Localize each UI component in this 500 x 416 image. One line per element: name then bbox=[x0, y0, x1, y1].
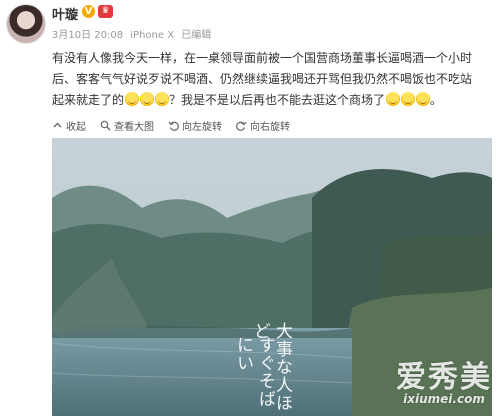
watermark-logo-text: 爱秀美 bbox=[396, 360, 492, 395]
post-text-line: 有没有人像我今天一样，在一桌领导面前被一个国营商场董事长逼喝酒一个小时 bbox=[52, 51, 473, 65]
rotate-right-icon bbox=[236, 121, 247, 131]
post-meta: 3月10日 20:08 来自 iPhone X 已编辑 bbox=[52, 26, 215, 41]
verified-badge[interactable]: V bbox=[82, 5, 95, 18]
edited-label[interactable]: 已编辑 bbox=[181, 30, 211, 41]
image-caption-column: すぐそばにい bbox=[233, 336, 275, 408]
post-text-line: 起来就走了的 ？我是不是以后再也不能去逛这个商场了 。 bbox=[52, 90, 492, 111]
avatar[interactable] bbox=[6, 4, 46, 44]
post-text-fragment: 。 bbox=[430, 93, 443, 107]
post-text-fragment: ？我是不是以后再也不能去逛这个商场了 bbox=[169, 93, 386, 107]
rotate-left-button[interactable]: 向左旋转 bbox=[168, 116, 222, 134]
view-large-label: 查看大图 bbox=[114, 121, 154, 133]
user-name[interactable]: 叶璇 bbox=[52, 4, 78, 23]
rotate-left-icon bbox=[168, 121, 179, 131]
nervous-emoji-icon bbox=[386, 92, 401, 106]
watermark-domain: ixiumei.com bbox=[403, 392, 485, 406]
view-large-icon bbox=[100, 120, 111, 130]
view-large-button[interactable]: 查看大图 bbox=[100, 116, 154, 134]
post-text-fragment: 起来就走了的 bbox=[52, 93, 125, 107]
collapse-label: 收起 bbox=[66, 121, 86, 133]
post-date[interactable]: 3月10日 20:08 bbox=[52, 30, 123, 41]
collapse-icon bbox=[53, 122, 62, 127]
laugh-tears-emoji-icon bbox=[125, 92, 140, 106]
image-action-bar: 收起 查看大图 向左旋转 向右旋转 bbox=[52, 116, 290, 134]
post-text-line: 后、客客气气好说歹说不喝酒、仍然继续逼我喝还开骂但我仍然不喝饭也不吃站 bbox=[52, 72, 473, 86]
device-source: iPhone X bbox=[130, 30, 175, 41]
rotate-right-button[interactable]: 向右旋转 bbox=[236, 116, 290, 134]
vip-badge[interactable]: ♛ bbox=[98, 5, 113, 18]
site-watermark: 爱秀美 ixiumei.com bbox=[396, 352, 492, 406]
post-header: 叶璇 V ♛ 3月10日 20:08 来自 iPhone X 已编辑 bbox=[0, 0, 500, 48]
laugh-tears-emoji-icon bbox=[140, 92, 155, 106]
laugh-tears-emoji-icon bbox=[155, 92, 170, 106]
rotate-left-label: 向左旋转 bbox=[182, 121, 222, 133]
collapse-button[interactable]: 收起 bbox=[52, 116, 86, 134]
nervous-emoji-icon bbox=[416, 92, 431, 106]
post-text: 有没有人像我今天一样，在一桌领导面前被一个国营商场董事长逼喝酒一个小时 后、客客… bbox=[52, 48, 492, 111]
nervous-emoji-icon bbox=[401, 92, 416, 106]
rotate-right-label: 向右旋转 bbox=[250, 121, 290, 133]
